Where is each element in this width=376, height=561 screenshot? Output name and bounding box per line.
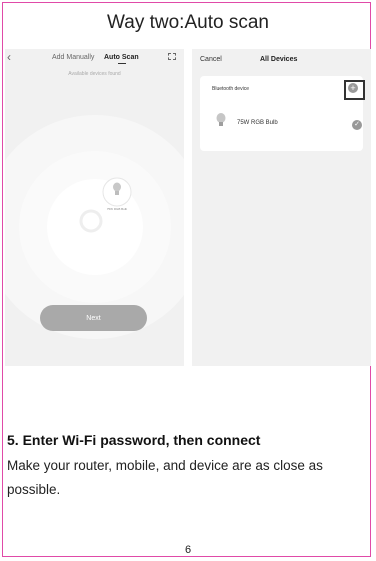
tab-auto-scan[interactable]: Auto Scan [104, 54, 139, 61]
bluetooth-device-card: Bluetooth device + 75W RGB Bulb ✓ [200, 76, 365, 151]
step-body: Make your router, mobile, and device are… [7, 458, 323, 497]
back-arrow-icon[interactable]: ‹ [7, 50, 11, 64]
all-devices-title: All Devices [260, 56, 298, 63]
step-title: 5. Enter Wi-Fi password, then connect [7, 432, 261, 448]
scanned-device-label: 75W RGB Bulb [106, 207, 128, 211]
bluetooth-section-label: Bluetooth device [212, 86, 249, 92]
next-button[interactable]: Next [40, 305, 147, 331]
add-device-icon[interactable]: + [348, 83, 358, 93]
bulb-icon [216, 113, 226, 126]
device-name[interactable]: 75W RGB Bulb [237, 120, 278, 126]
all-devices-screen: Cancel All Devices Bluetooth device + 75… [192, 49, 371, 366]
cancel-button[interactable]: Cancel [200, 56, 222, 63]
check-icon: ✓ [352, 120, 362, 130]
qr-scan-icon[interactable] [168, 53, 176, 60]
auto-scan-screen: ‹ Add Manually Auto Scan Available devic… [5, 49, 184, 366]
page-number: 6 [184, 544, 192, 556]
tab-add-manually[interactable]: Add Manually [52, 54, 94, 61]
devices-found-text: Available devices found [68, 71, 121, 77]
page-heading: Way two:Auto scan [107, 12, 269, 33]
auto-scan-top-bar: ‹ Add Manually Auto Scan [5, 49, 184, 71]
active-tab-indicator [118, 63, 126, 64]
